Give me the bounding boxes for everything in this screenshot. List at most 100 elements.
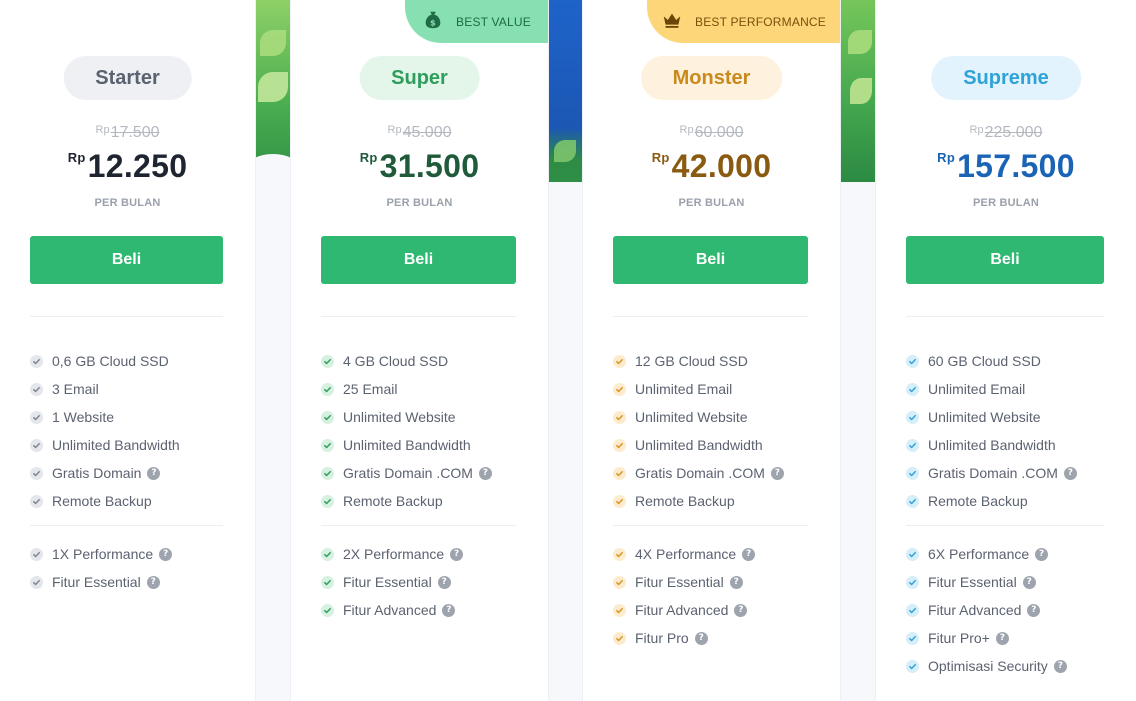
original-price: Rp45.000 — [387, 124, 452, 141]
feature-label: 6X Performance — [928, 546, 1030, 562]
buy-button[interactable]: Beli — [613, 236, 808, 284]
help-icon[interactable]: ? — [159, 547, 173, 561]
feature-label: 60 GB Cloud SSD — [928, 353, 1041, 369]
check-icon — [906, 547, 919, 561]
feature-item: 60 GB Cloud SSD — [906, 347, 1126, 375]
feature-item: Gratis Domain? — [30, 459, 245, 487]
check-icon — [613, 631, 626, 645]
feature-item: Unlimited Website — [613, 403, 830, 431]
background-illustration — [256, 0, 290, 182]
check-icon — [906, 354, 919, 368]
feature-item: Fitur Essential? — [613, 568, 830, 596]
feature-list: 60 GB Cloud SSD Unlimited Email Unlimited … — [906, 347, 1126, 515]
help-icon[interactable]: ? — [742, 547, 756, 561]
extras-list: 2X Performance? Fitur Essential? Fitur Adv… — [321, 540, 538, 624]
feature-item: Fitur Essential? — [30, 568, 245, 596]
feature-item: 1X Performance? — [30, 540, 245, 568]
help-icon[interactable]: ? — [1027, 603, 1041, 617]
help-icon[interactable]: ? — [442, 603, 456, 617]
feature-item: Fitur Essential? — [906, 568, 1126, 596]
help-icon[interactable]: ? — [478, 466, 492, 480]
feature-item: Fitur Pro? — [613, 624, 830, 652]
feature-item: Unlimited Email — [613, 375, 830, 403]
check-icon — [613, 603, 626, 617]
feature-label: Unlimited Website — [928, 409, 1041, 425]
feature-item: 1 Website — [30, 403, 245, 431]
help-icon[interactable]: ? — [729, 575, 743, 589]
feature-list: 12 GB Cloud SSD Unlimited Email Unlimited … — [613, 347, 830, 515]
money-bag-icon: $ — [422, 9, 444, 34]
feature-item: Fitur Advanced? — [321, 596, 538, 624]
check-icon — [906, 659, 919, 673]
feature-item: Fitur Advanced? — [906, 596, 1126, 624]
feature-item: Remote Backup — [906, 487, 1126, 515]
feature-item: Unlimited Website — [321, 403, 538, 431]
feature-label: Fitur Essential — [635, 574, 724, 590]
feature-item: 0,6 GB Cloud SSD — [30, 347, 245, 375]
feature-item: Gratis Domain .COM? — [613, 459, 830, 487]
plan-card-monster: BEST PERFORMANCE Monster Rp60.000 Rp42.0… — [582, 0, 841, 701]
check-icon — [321, 382, 334, 396]
check-icon — [30, 382, 43, 396]
check-icon — [613, 547, 626, 561]
help-icon[interactable]: ? — [1022, 575, 1036, 589]
feature-label: Fitur Advanced — [635, 602, 729, 618]
discounted-price: Rp42.000 — [651, 148, 772, 184]
check-icon — [906, 410, 919, 424]
divider — [906, 316, 1104, 317]
check-icon — [906, 603, 919, 617]
help-icon[interactable]: ? — [147, 466, 161, 480]
feature-label: 1X Performance — [52, 546, 154, 562]
buy-button[interactable]: Beli — [30, 236, 223, 284]
discounted-price: Rp157.500 — [937, 148, 1075, 184]
plan-name: Supreme — [931, 56, 1081, 100]
feature-label: 12 GB Cloud SSD — [635, 353, 748, 369]
feature-item: Gratis Domain .COM? — [321, 459, 538, 487]
check-icon — [906, 631, 919, 645]
original-price: Rp17.500 — [95, 124, 160, 141]
feature-label: Remote Backup — [928, 493, 1028, 509]
help-icon[interactable]: ? — [146, 575, 160, 589]
plan-name: Super — [359, 56, 480, 100]
help-icon[interactable]: ? — [694, 631, 708, 645]
feature-item: 25 Email — [321, 375, 538, 403]
feature-label: Fitur Pro+ — [928, 630, 990, 646]
help-icon[interactable]: ? — [437, 575, 451, 589]
discounted-price: Rp12.250 — [67, 148, 188, 184]
buy-button[interactable]: Beli — [906, 236, 1104, 284]
help-icon[interactable]: ? — [770, 466, 784, 480]
original-price: Rp225.000 — [969, 124, 1043, 141]
feature-item: Remote Backup — [613, 487, 830, 515]
check-icon — [906, 438, 919, 452]
best-performance-ribbon: BEST PERFORMANCE — [647, 0, 840, 43]
extras-list: 1X Performance? Fitur Essential? — [30, 540, 245, 596]
feature-item: Unlimited Email — [906, 375, 1126, 403]
feature-label: Remote Backup — [52, 493, 152, 509]
discounted-price: Rp31.500 — [359, 148, 480, 184]
feature-item: Gratis Domain .COM? — [906, 459, 1126, 487]
extras-list: 4X Performance? Fitur Essential? Fitur Adv… — [613, 540, 830, 652]
feature-item: Fitur Essential? — [321, 568, 538, 596]
help-icon[interactable]: ? — [450, 547, 464, 561]
divider — [321, 525, 516, 526]
divider — [30, 316, 223, 317]
buy-button[interactable]: Beli — [321, 236, 516, 284]
check-icon — [613, 382, 626, 396]
feature-label: Unlimited Email — [928, 381, 1026, 397]
divider — [321, 316, 516, 317]
feature-item: Unlimited Bandwidth — [906, 431, 1126, 459]
help-icon[interactable]: ? — [734, 603, 748, 617]
background-illustration — [548, 0, 583, 182]
feature-item: 12 GB Cloud SSD — [613, 347, 830, 375]
help-icon[interactable]: ? — [1063, 466, 1077, 480]
feature-label: Fitur Essential — [928, 574, 1017, 590]
help-icon[interactable]: ? — [1053, 659, 1067, 673]
check-icon — [321, 466, 334, 480]
feature-item: Remote Backup — [30, 487, 245, 515]
feature-label: Unlimited Bandwidth — [52, 437, 180, 453]
check-icon — [321, 575, 334, 589]
plan-card-super: $ BEST VALUE Super Rp45.000 Rp31.500 PER… — [290, 0, 549, 701]
help-icon[interactable]: ? — [995, 631, 1009, 645]
help-icon[interactable]: ? — [1035, 547, 1049, 561]
check-icon — [30, 575, 43, 589]
